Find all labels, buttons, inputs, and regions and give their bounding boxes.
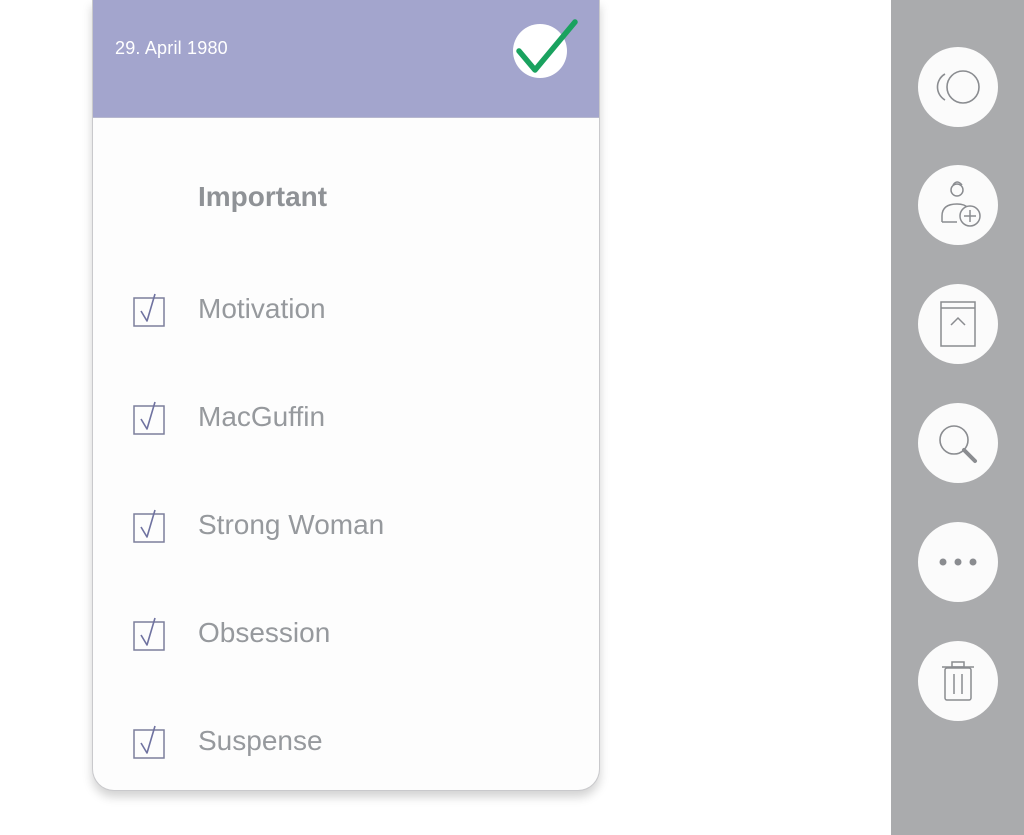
list-item[interactable]: MacGuffin: [133, 396, 573, 440]
search-icon: [939, 425, 977, 463]
list-item-label: Motivation: [198, 293, 326, 324]
done-check-button[interactable]: [513, 19, 578, 78]
list-item[interactable]: Obsession: [133, 612, 573, 656]
list-item-label: Suspense: [198, 725, 323, 756]
trash-icon: [942, 661, 974, 701]
archive-button[interactable]: [918, 284, 998, 364]
screen: 29. April 1980 Important Motivation MacG…: [0, 0, 1024, 835]
circles-icon: [936, 70, 980, 104]
search-button[interactable]: [918, 403, 998, 483]
section-title: Important: [198, 181, 328, 212]
tool-rail: [891, 0, 1024, 835]
checkbox-checked-icon[interactable]: [133, 724, 165, 760]
checkbox-checked-icon[interactable]: [133, 292, 165, 328]
archive-icon: [940, 301, 976, 347]
add-user-icon: [941, 181, 981, 227]
checkbox-checked-icon[interactable]: [133, 508, 165, 544]
more-icon: [939, 558, 977, 566]
list-item-label: Strong Woman: [198, 509, 385, 540]
list-item[interactable]: Strong Woman: [133, 504, 573, 548]
list-item[interactable]: Motivation: [133, 288, 573, 332]
card-date: 29. April 1980: [115, 38, 228, 58]
note-card: 29. April 1980 Important Motivation MacG…: [92, 0, 600, 791]
checkbox-checked-icon[interactable]: [133, 400, 165, 436]
card-header: 29. April 1980: [93, 0, 599, 118]
list-item-label: Obsession: [198, 617, 331, 648]
list-item-label: MacGuffin: [198, 401, 326, 432]
add-collaborator-button[interactable]: [918, 165, 998, 245]
delete-button[interactable]: [918, 641, 998, 721]
color-circles-button[interactable]: [918, 47, 998, 127]
list-item[interactable]: Suspense: [133, 720, 573, 764]
checkmark-icon: [516, 19, 578, 73]
checkbox-checked-icon[interactable]: [133, 616, 165, 652]
more-options-button[interactable]: [918, 522, 998, 602]
